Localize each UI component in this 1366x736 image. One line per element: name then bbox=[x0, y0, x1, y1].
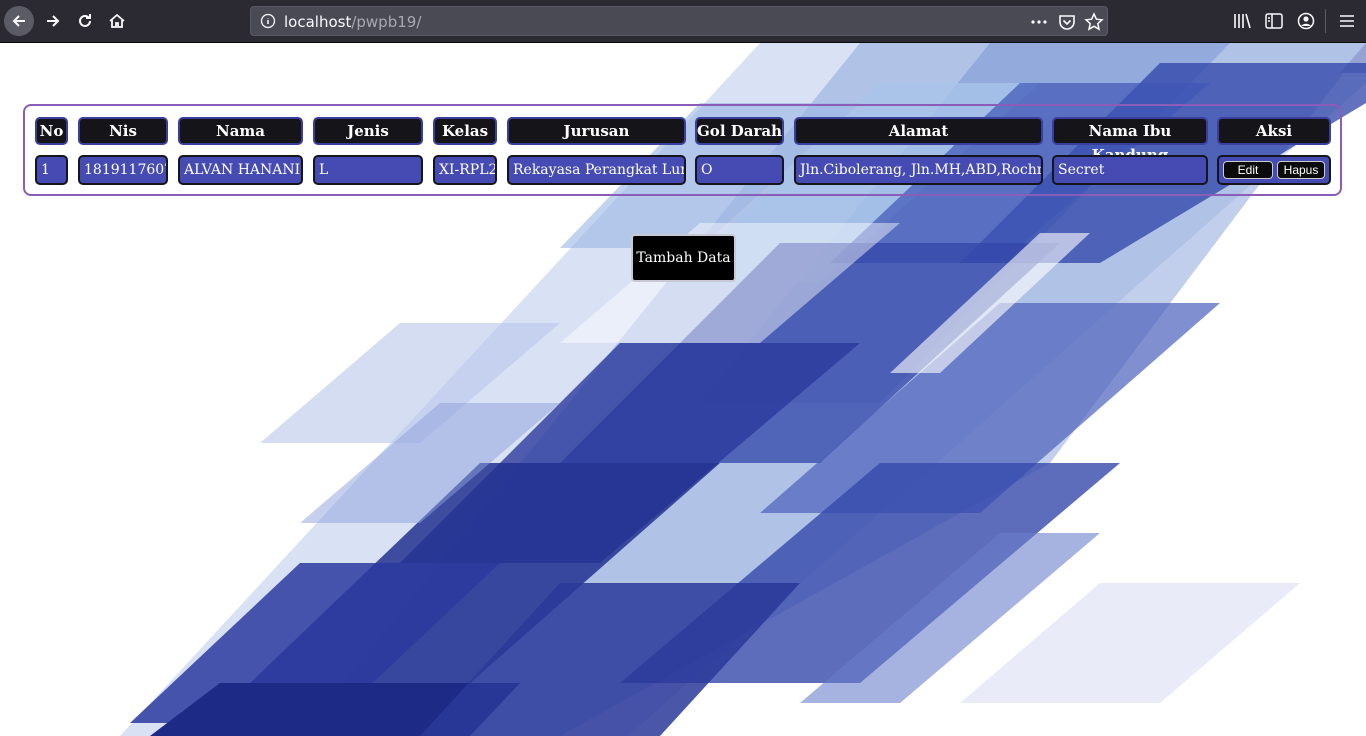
back-button[interactable] bbox=[4, 6, 34, 36]
url-text: localhost/pwpb19/ bbox=[284, 13, 422, 31]
cell-nama-ibu-kandung: Secret bbox=[1052, 155, 1208, 185]
header-aksi: Aksi bbox=[1217, 117, 1331, 145]
info-icon[interactable] bbox=[260, 13, 276, 29]
bookmark-star-icon[interactable] bbox=[1084, 12, 1104, 32]
cell-jenis-kelamin: L bbox=[313, 155, 423, 185]
tambah-data-button[interactable]: Tambah Data bbox=[631, 234, 736, 282]
menu-icon[interactable] bbox=[1338, 12, 1356, 30]
home-icon bbox=[109, 13, 125, 28]
address-bar[interactable]: localhost/pwpb19/ bbox=[250, 6, 1108, 36]
cell-gol-darah: O bbox=[695, 155, 784, 185]
back-arrow-icon bbox=[12, 15, 25, 27]
header-nama-ibu-kandung: Nama Ibu Kandung bbox=[1052, 117, 1208, 164]
sidebar-icon[interactable] bbox=[1264, 12, 1284, 30]
cell-nama-lengkap: ALVAN HANANI bbox=[178, 155, 303, 185]
browser-toolbar: localhost/pwpb19/ bbox=[0, 0, 1366, 43]
header-nama-lengkap: Nama Lengkap bbox=[178, 117, 303, 164]
student-table: No Nis Nama Lengkap Jenis Kelamin Kelas … bbox=[23, 104, 1342, 196]
cell-no: 1 bbox=[35, 155, 68, 185]
library-icon[interactable] bbox=[1232, 12, 1252, 30]
home-button[interactable] bbox=[102, 6, 132, 36]
header-no: No bbox=[35, 117, 68, 145]
pocket-icon[interactable] bbox=[1057, 12, 1077, 32]
forward-button[interactable] bbox=[38, 6, 68, 36]
toolbar-divider bbox=[1325, 9, 1326, 33]
cell-aksi: Edit Hapus bbox=[1217, 155, 1331, 185]
cell-jurusan: Rekayasa Perangkat Lunak bbox=[507, 155, 686, 185]
forward-arrow-icon bbox=[47, 15, 60, 27]
header-nis: Nis bbox=[78, 117, 168, 145]
cell-nis: 1819117607 bbox=[78, 155, 168, 185]
cell-kelas: XI-RPL2 bbox=[433, 155, 497, 185]
header-alamat: Alamat bbox=[794, 117, 1043, 145]
hapus-button[interactable]: Hapus bbox=[1277, 161, 1325, 179]
cell-alamat: Jln.Cibolerang, Jln.MH,ABD,Rochman bbox=[794, 155, 1043, 185]
reload-icon bbox=[79, 14, 91, 27]
edit-button[interactable]: Edit bbox=[1223, 161, 1273, 179]
header-jenis-kelamin: Jenis Kelamin bbox=[313, 117, 423, 164]
reload-button[interactable] bbox=[70, 6, 100, 36]
header-kelas: Kelas bbox=[433, 117, 497, 145]
more-actions-icon[interactable] bbox=[1029, 12, 1049, 32]
header-jurusan: Jurusan bbox=[507, 117, 686, 145]
header-gol-darah: Gol Darah bbox=[695, 117, 784, 145]
account-icon[interactable] bbox=[1296, 11, 1316, 31]
